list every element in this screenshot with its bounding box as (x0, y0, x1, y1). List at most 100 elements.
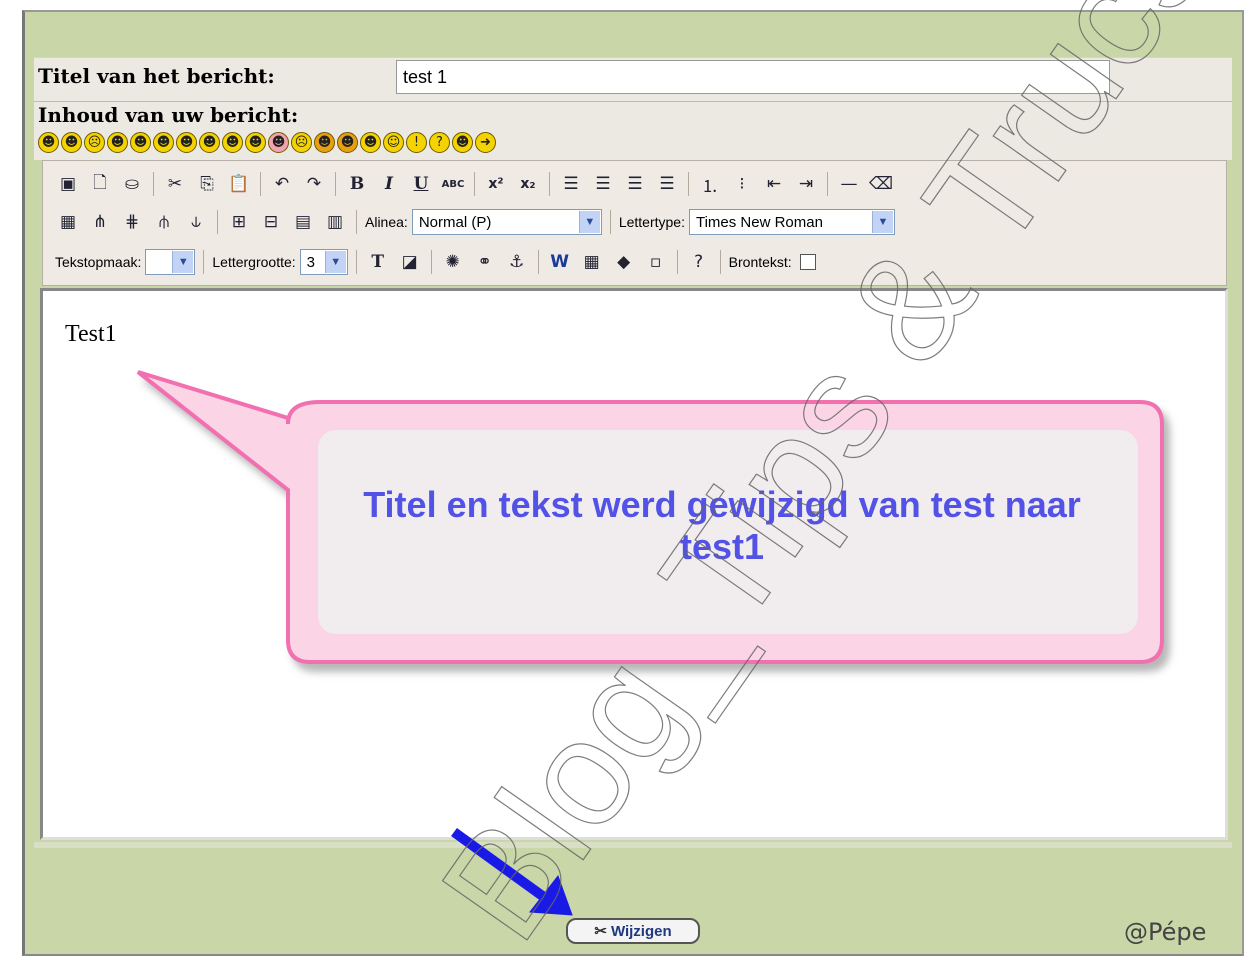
background-color-icon[interactable]: ◪ (397, 249, 423, 275)
insert-row-icon[interactable]: ⫝ (183, 209, 209, 235)
tekstopmaak-select[interactable]: ▼ (145, 249, 196, 275)
toolbar-separator (474, 172, 475, 196)
insert-column-icon[interactable]: ⋕ (119, 209, 145, 235)
chevron-down-icon[interactable]: ▼ (172, 251, 194, 273)
toolbar-row-2: ▦ ⋔ ⋕ ⫛ ⫝ ⊞ ⊟ ▤ ▥ Alinea: Normal (P) ▼ L… (55, 209, 901, 235)
smiley-icon[interactable]: ! (406, 132, 427, 153)
outdent-icon[interactable]: ⇤ (761, 171, 787, 197)
align-right-icon[interactable]: ☰ (622, 171, 648, 197)
smiley-icon[interactable]: ☻ (222, 132, 243, 153)
smiley-icon[interactable]: ☹ (291, 132, 312, 153)
lettertype-label: Lettertype: (618, 214, 685, 230)
subscript-icon[interactable]: x₂ (515, 171, 541, 197)
toolbar-separator (430, 250, 432, 274)
save-button[interactable]: ✂ Wijzigen (566, 918, 700, 944)
copyright-text: @Pépe (1124, 918, 1207, 946)
superscript-icon[interactable]: x² (483, 171, 509, 197)
toolbar-separator (335, 172, 336, 196)
help-icon[interactable]: ? (686, 249, 712, 275)
table-icon[interactable]: ▦ (55, 209, 81, 235)
chevron-down-icon[interactable]: ▼ (324, 251, 346, 273)
smiley-icon[interactable]: ☻ (61, 132, 82, 153)
smiley-icon[interactable]: ☻ (130, 132, 151, 153)
merge-cell-icon[interactable]: ⊟ (258, 209, 284, 235)
lettergrootte-label: Lettergrootte: (212, 254, 296, 270)
toolbar-separator (549, 172, 550, 196)
insert-table-icon[interactable]: ▦ (579, 249, 605, 275)
smiley-icon[interactable]: ☻ (176, 132, 197, 153)
chevron-down-icon[interactable]: ▼ (871, 211, 893, 233)
chevron-down-icon[interactable]: ▼ (578, 211, 600, 233)
toolbar-row-3: Tekstopmaak: ▼ Lettergrootte: 3 ▼ T ◪ ✺ … (55, 249, 816, 275)
cut-icon[interactable]: ✂ (162, 171, 188, 197)
smiley-icon[interactable]: ☻ (153, 132, 174, 153)
redo-icon[interactable]: ↷ (301, 171, 327, 197)
paste-icon[interactable]: 📋 (226, 171, 252, 197)
bold-icon[interactable]: B (344, 171, 370, 197)
brontekst-checkbox[interactable] (799, 254, 816, 270)
lettergrootte-select[interactable]: 3 ▼ (299, 249, 348, 275)
toolbar-row-1: ▣ 🗋 ⛀ ✂ ⎘ 📋 ↶ ↷ B I U ABC x² x₂ ☰ ☰ ☰ ☰ … (55, 171, 900, 197)
underline-icon[interactable]: U (408, 171, 434, 197)
smiley-icon[interactable]: ☻ (314, 132, 335, 153)
smiley-icon[interactable]: ➜ (475, 132, 496, 153)
smiley-icon[interactable]: ☻ (245, 132, 266, 153)
preview-mode-icon[interactable]: ▣ (55, 171, 81, 197)
special-character-icon[interactable]: ▫ (643, 249, 669, 275)
toolbar-separator (356, 210, 357, 234)
save-button-label: Wijzigen (610, 922, 672, 940)
smiley-icon[interactable]: ☻ (199, 132, 220, 153)
strikethrough-icon[interactable]: ABC (440, 171, 466, 197)
smiley-icon[interactable]: ☹ (84, 132, 105, 153)
editor-toolbar: ▣ 🗋 ⛀ ✂ ⎘ 📋 ↶ ↷ B I U ABC x² x₂ ☰ ☰ ☰ ☰ … (42, 160, 1227, 286)
split-cell-icon[interactable]: ⊞ (226, 209, 252, 235)
smiley-icon[interactable]: ☻ (337, 132, 358, 153)
smiley-icon[interactable]: ? (429, 132, 450, 153)
indent-icon[interactable]: ⇥ (793, 171, 819, 197)
print-preview-icon[interactable]: 🗋 (87, 171, 113, 197)
undo-icon[interactable]: ↶ (269, 171, 295, 197)
eraser-icon[interactable]: ⌫ (868, 171, 894, 197)
find-icon[interactable]: ⛀ (119, 171, 145, 197)
horizontal-rule-icon[interactable]: — (836, 171, 862, 197)
align-left-icon[interactable]: ☰ (558, 171, 584, 197)
italic-icon[interactable]: I (376, 171, 402, 197)
link-icon[interactable]: ⚭ (472, 249, 498, 275)
smiley-icon[interactable]: ☻ (452, 132, 473, 153)
anchor-icon[interactable]: ⚓ (504, 249, 530, 275)
editor-bottom-border (34, 842, 1232, 848)
toolbar-separator (203, 250, 205, 274)
alinea-select[interactable]: Normal (P) ▼ (411, 209, 602, 235)
delete-row-icon[interactable]: ⫛ (151, 209, 177, 235)
table-properties-icon[interactable]: ▥ (322, 209, 348, 235)
ordered-list-icon[interactable]: ⒈ (697, 171, 723, 197)
toolbar-separator (355, 250, 357, 274)
callout-text: Titel en tekst werd gewijzigd van test n… (363, 484, 1081, 567)
title-input[interactable]: test 1 (396, 60, 1110, 94)
image-icon[interactable]: ✺ (440, 249, 466, 275)
lettertype-select[interactable]: Times New Roman ▼ (688, 209, 895, 235)
align-center-icon[interactable]: ☰ (590, 171, 616, 197)
word-paste-icon[interactable]: W (547, 249, 573, 275)
smiley-icon[interactable]: ☻ (38, 132, 59, 153)
toolbar-separator (676, 250, 678, 274)
lettergrootte-value: 3 (306, 253, 315, 271)
content-label: Inhoud van uw bericht: (38, 103, 299, 127)
title-label: Titel van het bericht: (38, 64, 275, 88)
text-color-icon[interactable]: T (365, 249, 391, 275)
smiley-icon[interactable]: ☻ (107, 132, 128, 153)
alinea-label: Alinea: (365, 214, 408, 230)
alinea-value: Normal (P) (418, 213, 492, 231)
cell-properties-icon[interactable]: ▤ (290, 209, 316, 235)
smiley-icon[interactable]: ☻ (268, 132, 289, 153)
delete-column-icon[interactable]: ⋔ (87, 209, 113, 235)
align-justify-icon[interactable]: ☰ (654, 171, 680, 197)
toolbar-separator (537, 250, 539, 274)
toolbar-separator (719, 250, 721, 274)
unordered-list-icon[interactable]: ⁝ (729, 171, 755, 197)
smiley-icon[interactable]: ☺ (383, 132, 404, 153)
object-icon[interactable]: ◆ (611, 249, 637, 275)
toolbar-separator (688, 172, 689, 196)
smiley-icon[interactable]: ☻ (360, 132, 381, 153)
copy-icon[interactable]: ⎘ (194, 171, 220, 197)
